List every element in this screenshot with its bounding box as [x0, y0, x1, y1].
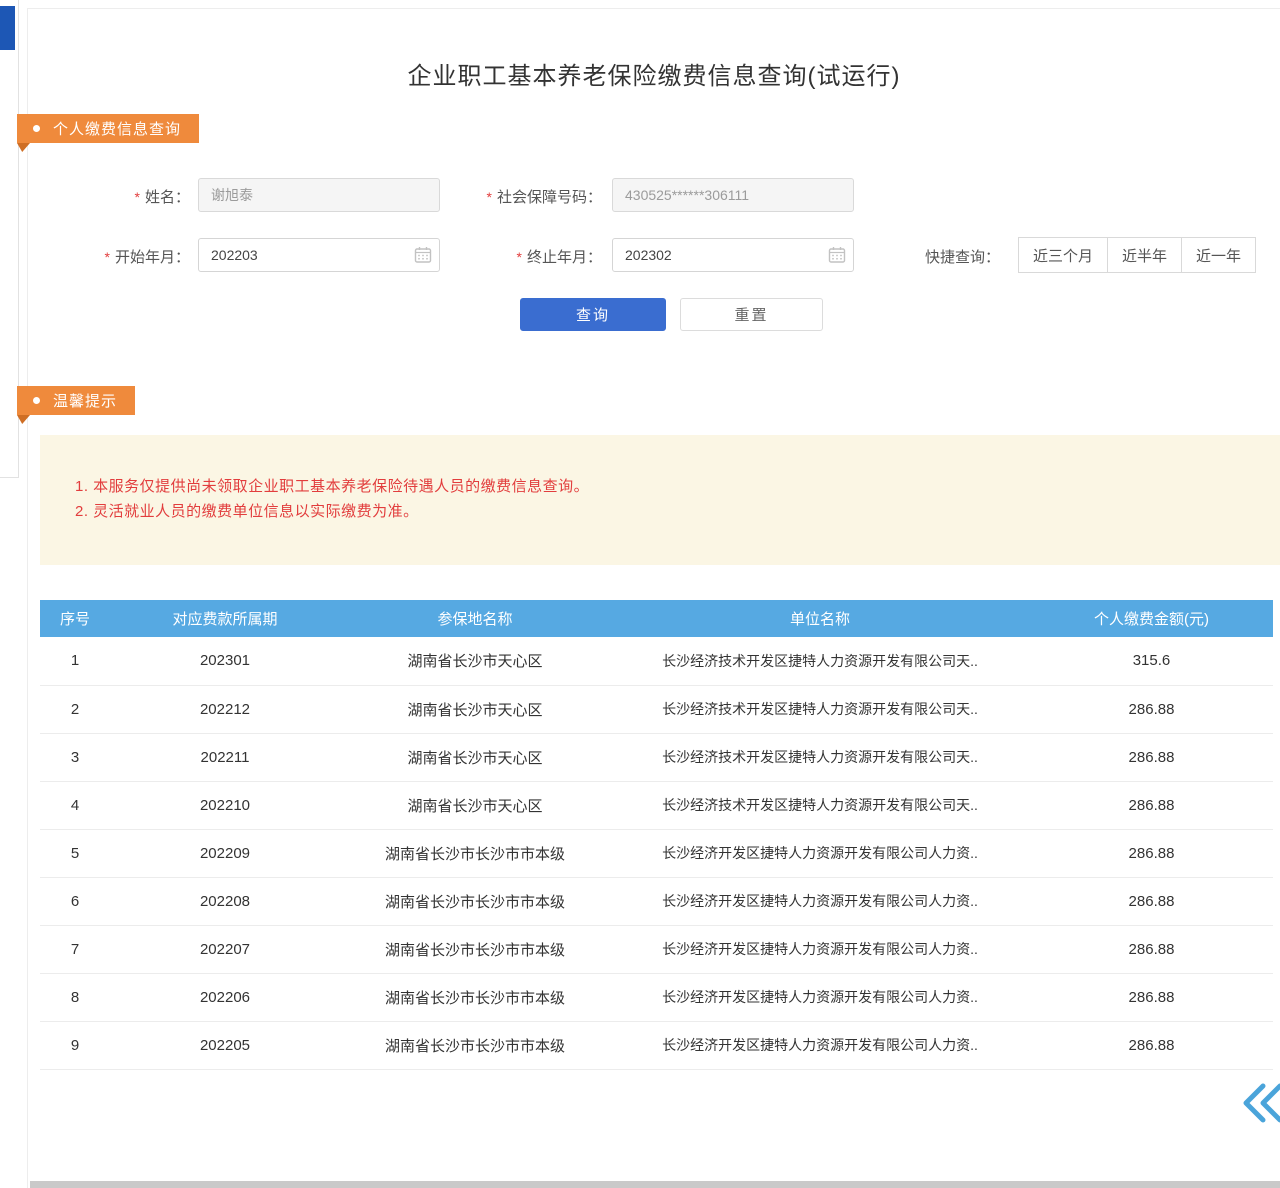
cell-period: 202212 — [110, 685, 340, 733]
cell-seq: 3 — [40, 733, 110, 781]
cell-amount: 286.88 — [1030, 973, 1273, 1021]
cell-region: 湖南省长沙市长沙市市本级 — [340, 877, 610, 925]
cell-amount: 286.88 — [1030, 1021, 1273, 1069]
cell-company: 长沙经济技术开发区捷特人力资源开发有限公司天.. — [610, 733, 1030, 781]
table-row: 4 202210 湖南省长沙市天心区 长沙经济技术开发区捷特人力资源开发有限公司… — [40, 781, 1273, 829]
page: 企业职工基本养老保险缴费信息查询(试运行) 个人缴费信息查询 *姓名： *社会保… — [0, 0, 1280, 1188]
name-label: *姓名： — [60, 186, 190, 207]
cell-period: 202301 — [110, 637, 340, 685]
cell-company: 长沙经济开发区捷特人力资源开发有限公司人力资.. — [610, 1021, 1030, 1069]
table-row: 2 202212 湖南省长沙市天心区 长沙经济技术开发区捷特人力资源开发有限公司… — [40, 685, 1273, 733]
end-month-field[interactable] — [612, 238, 854, 272]
notice-line: 2. 灵活就业人员的缴费单位信息以实际缴费为准。 — [75, 500, 419, 521]
cell-amount: 286.88 — [1030, 781, 1273, 829]
cell-company: 长沙经济技术开发区捷特人力资源开发有限公司天.. — [610, 685, 1030, 733]
cell-amount: 286.88 — [1030, 829, 1273, 877]
cell-region: 湖南省长沙市长沙市市本级 — [340, 925, 610, 973]
cell-amount: 286.88 — [1030, 925, 1273, 973]
cell-period: 202206 — [110, 973, 340, 1021]
table-row: 3 202211 湖南省长沙市天心区 长沙经济技术开发区捷特人力资源开发有限公司… — [40, 733, 1273, 781]
section-label: 个人缴费信息查询 — [53, 118, 181, 139]
cell-amount: 315.6 — [1030, 637, 1273, 685]
calendar-icon[interactable] — [414, 246, 432, 264]
table-row: 5 202209 湖南省长沙市长沙市市本级 长沙经济开发区捷特人力资源开发有限公… — [40, 829, 1273, 877]
quick-range-1year-button[interactable]: 近一年 — [1181, 237, 1256, 273]
notice-line: 1. 本服务仅提供尚未领取企业职工基本养老保险待遇人员的缴费信息查询。 — [75, 475, 589, 496]
col-header-company: 单位名称 — [610, 600, 1030, 637]
quick-range-halfyear-button[interactable]: 近半年 — [1107, 237, 1182, 273]
cell-seq: 2 — [40, 685, 110, 733]
cell-amount: 286.88 — [1030, 685, 1273, 733]
cell-company: 长沙经济开发区捷特人力资源开发有限公司人力资.. — [610, 829, 1030, 877]
quick-range-3months-button[interactable]: 近三个月 — [1018, 237, 1108, 273]
cell-seq: 6 — [40, 877, 110, 925]
cell-seq: 5 — [40, 829, 110, 877]
cell-seq: 9 — [40, 1021, 110, 1069]
payment-table-header: 序号 对应费款所属期 参保地名称 单位名称 个人缴费金额(元) — [40, 600, 1273, 637]
section-header-personal-query: 个人缴费信息查询 — [17, 114, 199, 143]
quick-query-group: 近三个月 近半年 近一年 — [1018, 237, 1256, 273]
notice-box: 1. 本服务仅提供尚未领取企业职工基本养老保险待遇人员的缴费信息查询。 2. 灵… — [40, 435, 1280, 565]
col-header-region: 参保地名称 — [340, 600, 610, 637]
cell-company: 长沙经济开发区捷特人力资源开发有限公司人力资.. — [610, 973, 1030, 1021]
section-header-tips: 温馨提示 — [17, 386, 135, 415]
reset-button[interactable]: 重置 — [680, 298, 823, 331]
cell-period: 202208 — [110, 877, 340, 925]
table-row: 9 202205 湖南省长沙市长沙市市本级 长沙经济开发区捷特人力资源开发有限公… — [40, 1021, 1273, 1069]
name-field — [198, 178, 440, 212]
cell-region: 湖南省长沙市天心区 — [340, 781, 610, 829]
start-month-picker — [198, 238, 440, 272]
end-month-label: *终止年月： — [472, 246, 602, 267]
cell-amount: 286.88 — [1030, 877, 1273, 925]
required-mark: * — [487, 189, 492, 205]
cell-company: 长沙经济技术开发区捷特人力资源开发有限公司天.. — [610, 637, 1030, 685]
calendar-icon[interactable] — [828, 246, 846, 264]
cell-seq: 7 — [40, 925, 110, 973]
start-month-label: *开始年月： — [60, 246, 190, 267]
start-month-field[interactable] — [198, 238, 440, 272]
cell-region: 湖南省长沙市天心区 — [340, 637, 610, 685]
table-row: 8 202206 湖南省长沙市长沙市市本级 长沙经济开发区捷特人力资源开发有限公… — [40, 973, 1273, 1021]
double-left-chevron-icon[interactable] — [1242, 1080, 1280, 1126]
table-row: 6 202208 湖南省长沙市长沙市市本级 长沙经济开发区捷特人力资源开发有限公… — [40, 877, 1273, 925]
bottom-scrollbar[interactable] — [30, 1181, 1280, 1188]
payment-table-body: 1 202301 湖南省长沙市天心区 长沙经济技术开发区捷特人力资源开发有限公司… — [40, 637, 1273, 1069]
table-row: 1 202301 湖南省长沙市天心区 长沙经济技术开发区捷特人力资源开发有限公司… — [40, 637, 1273, 685]
cell-period: 202210 — [110, 781, 340, 829]
cell-seq: 1 — [40, 637, 110, 685]
cell-period: 202209 — [110, 829, 340, 877]
ssn-label: *社会保障号码： — [420, 186, 602, 207]
cell-company: 长沙经济开发区捷特人力资源开发有限公司人力资.. — [610, 877, 1030, 925]
cell-region: 湖南省长沙市天心区 — [340, 733, 610, 781]
ssn-field — [612, 178, 854, 212]
left-edge-blue-tab[interactable] — [0, 6, 15, 50]
cell-amount: 286.88 — [1030, 733, 1273, 781]
dot-icon — [33, 397, 40, 404]
dot-icon — [33, 125, 40, 132]
cell-seq: 8 — [40, 973, 110, 1021]
cell-period: 202205 — [110, 1021, 340, 1069]
query-button[interactable]: 查询 — [520, 298, 666, 331]
col-header-period: 对应费款所属期 — [110, 600, 340, 637]
payment-table: 序号 对应费款所属期 参保地名称 单位名称 个人缴费金额(元) 1 202301… — [40, 600, 1273, 1070]
quick-query-label: 快捷查询： — [925, 246, 1010, 267]
cell-region: 湖南省长沙市长沙市市本级 — [340, 829, 610, 877]
required-mark: * — [517, 249, 522, 265]
col-header-seq: 序号 — [40, 600, 110, 637]
cell-seq: 4 — [40, 781, 110, 829]
cell-company: 长沙经济技术开发区捷特人力资源开发有限公司天.. — [610, 781, 1030, 829]
cell-period: 202211 — [110, 733, 340, 781]
table-row: 7 202207 湖南省长沙市长沙市市本级 长沙经济开发区捷特人力资源开发有限公… — [40, 925, 1273, 973]
cell-region: 湖南省长沙市长沙市市本级 — [340, 973, 610, 1021]
cell-company: 长沙经济开发区捷特人力资源开发有限公司人力资.. — [610, 925, 1030, 973]
cell-region: 湖南省长沙市天心区 — [340, 685, 610, 733]
end-month-picker — [612, 238, 854, 272]
col-header-amount: 个人缴费金额(元) — [1030, 600, 1273, 637]
cell-region: 湖南省长沙市长沙市市本级 — [340, 1021, 610, 1069]
page-title: 企业职工基本养老保险缴费信息查询(试运行) — [28, 56, 1280, 91]
required-mark: * — [105, 249, 110, 265]
section-label: 温馨提示 — [53, 390, 117, 411]
cell-period: 202207 — [110, 925, 340, 973]
required-mark: * — [135, 189, 140, 205]
